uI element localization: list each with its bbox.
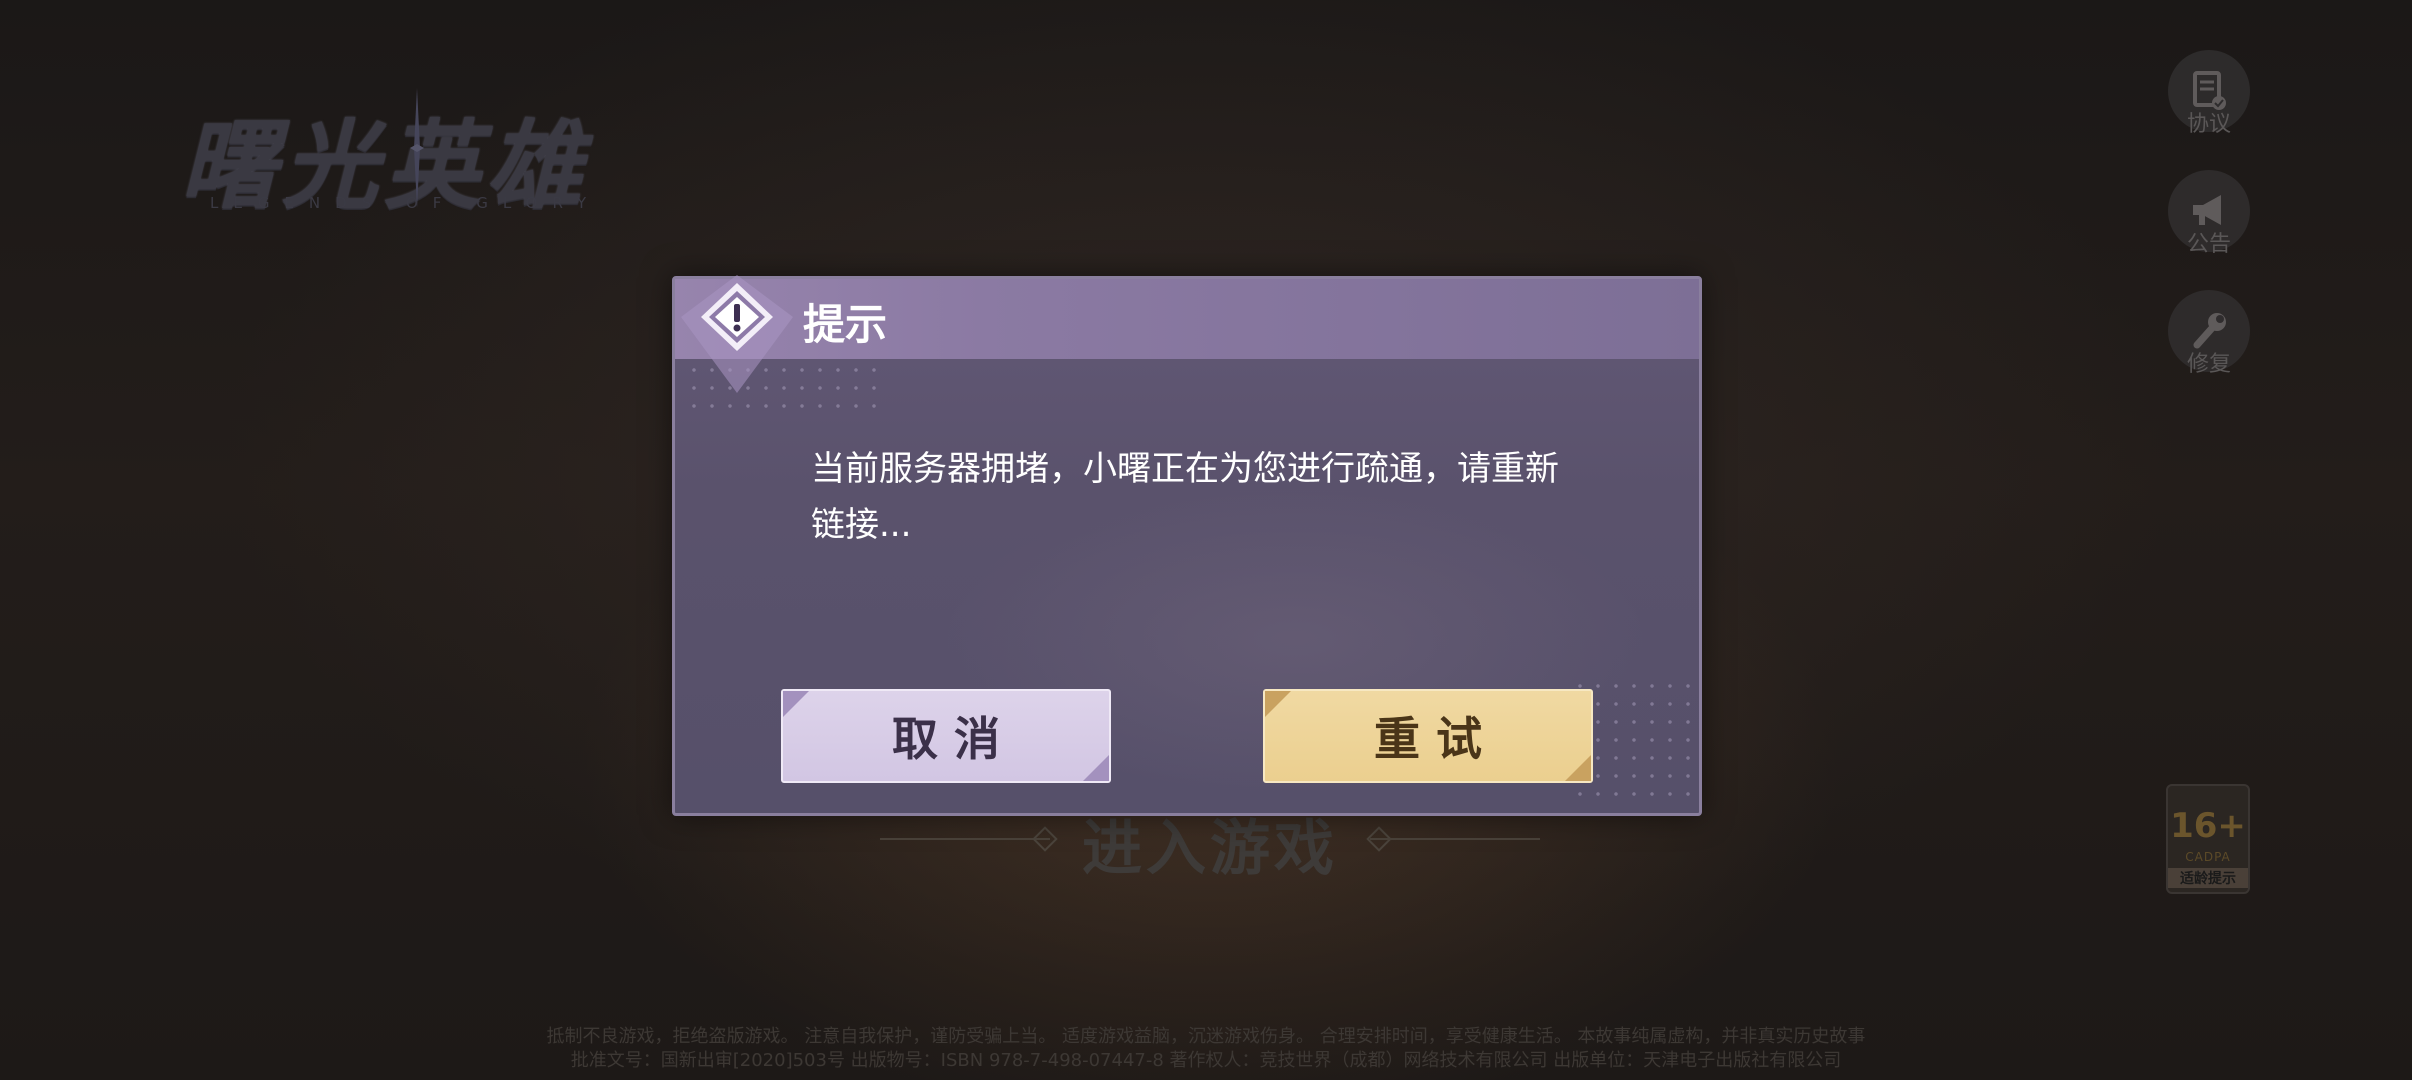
game-logo: 曙光英雄 LEGENDS OF GLORY <box>180 88 680 222</box>
button-corner <box>783 691 809 717</box>
cancel-button-label: 取消 <box>892 712 1016 766</box>
footer-license: 批准文号：国新出审[2020]503号 出版物号：ISBN 978-7-498-… <box>570 1050 1842 1071</box>
button-corner <box>1565 755 1591 781</box>
button-corner <box>1083 755 1109 781</box>
prompt-dialog: 提示 当前服务器拥堵，小曙正在为您进行疏通，请重新 链接... 取消 重试 <box>672 275 1702 816</box>
button-corner <box>1265 691 1291 717</box>
game-login-screen: 曙光英雄 LEGENDS OF GLORY 协议 公告 修复 进入游戏 16+ … <box>0 0 2412 1080</box>
exclamation-diamond-icon <box>681 275 793 393</box>
logo-star-icon <box>410 88 424 208</box>
age-rating-badge[interactable]: 16+ CADPA 适龄提示 <box>2166 784 2250 894</box>
dialog-message-line: 链接... <box>811 505 912 545</box>
cancel-button[interactable]: 取消 <box>781 689 1111 783</box>
dialog-message: 当前服务器拥堵，小曙正在为您进行疏通，请重新 链接... <box>811 441 1591 553</box>
retry-button[interactable]: 重试 <box>1263 689 1593 783</box>
dialog-title: 提示 <box>803 300 888 349</box>
enter-line-right <box>1370 838 1540 840</box>
repair-label: 修复 <box>2186 352 2231 377</box>
age-rating-number: 16+ <box>2170 806 2246 846</box>
agreement-label: 协议 <box>2186 112 2231 137</box>
logo-subtitle: LEGENDS OF GLORY <box>210 194 602 212</box>
dialog-message-line: 当前服务器拥堵，小曙正在为您进行疏通，请重新 <box>811 449 1559 489</box>
age-rating-org: CADPA <box>2185 850 2231 864</box>
announcement-label: 公告 <box>2186 232 2231 257</box>
footer-notice: 抵制不良游戏，拒绝盗版游戏。 注意自我保护，谨防受骗上当。 适度游戏益脑，沉迷游… <box>546 1026 1866 1047</box>
age-rating-label: 适龄提示 <box>2168 868 2248 888</box>
retry-button-label: 重试 <box>1374 712 1498 766</box>
megaphone-icon <box>2193 195 2221 225</box>
